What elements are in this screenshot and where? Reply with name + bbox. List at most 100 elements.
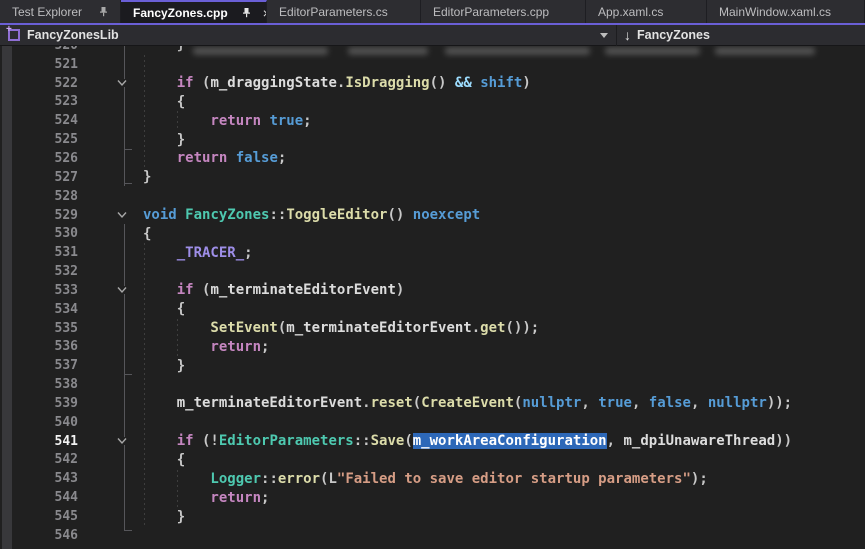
line-number: 528 [0, 189, 78, 204]
code-text: return; [143, 339, 269, 355]
fold-margin [78, 451, 132, 470]
fold-margin [78, 469, 132, 488]
line-number: 529 [0, 208, 78, 223]
project-dropdown[interactable]: FancyZonesLib [0, 28, 600, 42]
fold-margin [78, 149, 132, 168]
line-number: 522 [0, 76, 78, 91]
tab-label: FancyZones.cpp [133, 6, 228, 20]
code-line[interactable]: 543 Logger::error(L"Failed to save edito… [0, 469, 865, 488]
code-line[interactable]: 542 { [0, 451, 865, 470]
line-number: 526 [0, 151, 78, 166]
member-dropdown-label: FancyZones [637, 28, 710, 42]
chevron-down-icon [116, 79, 128, 87]
code-text: } [143, 358, 185, 374]
fold-margin[interactable] [78, 281, 132, 300]
code-line[interactable]: 538 [0, 375, 865, 394]
code-text: return false; [143, 150, 286, 166]
cpp-project-icon [8, 29, 20, 41]
code-line[interactable]: 529 void FancyZones::ToggleEditor() noex… [0, 206, 865, 225]
code-line[interactable]: 544 return; [0, 488, 865, 507]
line-number: 539 [0, 396, 78, 411]
line-number: 541 [0, 434, 78, 449]
code-text: void FancyZones::ToggleEditor() noexcept [143, 207, 480, 223]
line-number: 545 [0, 509, 78, 524]
fold-margin[interactable] [78, 206, 132, 225]
tab-test-explorer[interactable]: Test Explorer [0, 0, 121, 23]
line-number: 535 [0, 321, 78, 336]
code-line[interactable]: 532 [0, 262, 865, 281]
fold-margin [78, 243, 132, 262]
tab-fancyzones-cpp[interactable]: FancyZones.cpp × [121, 0, 267, 23]
line-number: 520 [0, 46, 78, 53]
fold-margin [78, 262, 132, 281]
fold-margin [78, 55, 132, 74]
line-number: 523 [0, 94, 78, 109]
code-line[interactable]: 534 { [0, 300, 865, 319]
chevron-down-icon[interactable] [600, 33, 608, 38]
down-arrow-icon: ↓ [624, 27, 631, 43]
code-line[interactable]: 537 } [0, 356, 865, 375]
fold-margin [78, 46, 132, 55]
code-line[interactable]: 530{ [0, 224, 865, 243]
code-line[interactable]: 546 [0, 526, 865, 545]
line-number: 530 [0, 226, 78, 241]
fold-margin [78, 526, 132, 545]
line-number: 543 [0, 471, 78, 486]
fold-margin[interactable] [78, 74, 132, 93]
line-number: 525 [0, 132, 78, 147]
line-number: 533 [0, 283, 78, 298]
code-text: m_terminateEditorEvent.reset(CreateEvent… [143, 395, 792, 411]
code-line[interactable]: 540 [0, 413, 865, 432]
code-text: if (m_draggingState.IsDragging() && shif… [143, 75, 531, 91]
line-number: 527 [0, 170, 78, 185]
code-line[interactable]: 528 [0, 187, 865, 206]
tab-editorparameters-cs[interactable]: EditorParameters.cs [267, 0, 421, 23]
code-text: if (!EditorParameters::Save(m_workAreaCo… [143, 433, 792, 449]
code-editor[interactable]: 520 } 521 522 if (m_draggingState.IsDraggi… [0, 46, 865, 549]
code-line[interactable]: 527} [0, 168, 865, 187]
tab-label: App.xaml.cs [598, 5, 663, 19]
code-text: } [143, 169, 151, 185]
code-line[interactable]: 520 } [0, 46, 865, 55]
fold-margin [78, 507, 132, 526]
code-line[interactable]: 535 SetEvent(m_terminateEditorEvent.get(… [0, 319, 865, 338]
fold-margin [78, 300, 132, 319]
code-text: Logger::error(L"Failed to save editor st… [143, 471, 708, 487]
code-text: } [143, 46, 185, 53]
close-icon[interactable]: × [260, 6, 267, 20]
code-line[interactable]: 524 return true; [0, 111, 865, 130]
line-number: 524 [0, 113, 78, 128]
code-line[interactable]: 523 { [0, 93, 865, 112]
fold-margin [78, 413, 132, 432]
fold-margin [78, 130, 132, 149]
code-line[interactable]: 525 } [0, 130, 865, 149]
code-line[interactable]: 541 if (!EditorParameters::Save(m_workAr… [0, 432, 865, 451]
code-line[interactable]: 531 _TRACER_; [0, 243, 865, 262]
line-number: 534 [0, 302, 78, 317]
code-line[interactable]: 536 return; [0, 338, 865, 357]
pin-icon[interactable] [96, 5, 110, 19]
code-text: { [143, 301, 185, 317]
code-text: if (m_terminateEditorEvent) [143, 282, 404, 298]
code-line[interactable]: 539 m_terminateEditorEvent.reset(CreateE… [0, 394, 865, 413]
pin-icon [241, 7, 252, 18]
tab-editorparameters-cpp[interactable]: EditorParameters.cpp [421, 0, 586, 23]
line-number: 542 [0, 452, 78, 467]
code-lines: 520 } 521 522 if (m_draggingState.IsDraggi… [0, 46, 865, 545]
line-number: 521 [0, 57, 78, 72]
code-line[interactable]: 526 return false; [0, 149, 865, 168]
line-number: 536 [0, 339, 78, 354]
pin-icon[interactable] [240, 6, 254, 20]
tab-app-xaml-cs[interactable]: App.xaml.cs [586, 0, 707, 23]
tab-mainwindow-xaml-cs[interactable]: MainWindow.xaml.cs [707, 0, 865, 23]
code-line[interactable]: 545 } [0, 507, 865, 526]
tab-label: EditorParameters.cpp [433, 5, 549, 19]
fold-margin [78, 168, 132, 187]
fold-margin [78, 356, 132, 375]
code-line[interactable]: 533 if (m_terminateEditorEvent) [0, 281, 865, 300]
fold-margin[interactable] [78, 432, 132, 451]
code-line[interactable]: 522 if (m_draggingState.IsDragging() && … [0, 74, 865, 93]
code-line[interactable]: 521 [0, 55, 865, 74]
line-number: 532 [0, 264, 78, 279]
member-dropdown[interactable]: ↓ FancyZones [617, 27, 710, 43]
